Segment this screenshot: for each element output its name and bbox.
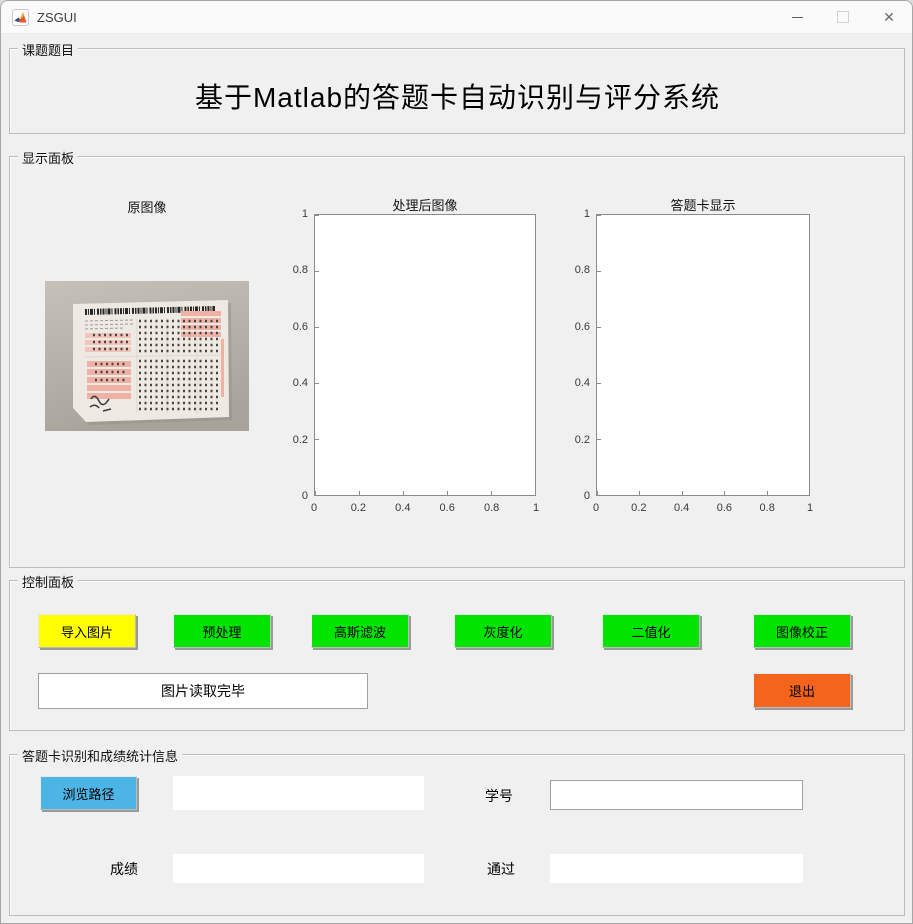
x-tick-labels: 00.20.40.60.81 [314,495,536,513]
preprocess-button[interactable]: 预处理 [173,614,271,648]
gaussian-filter-button[interactable]: 高斯滤波 [311,614,409,648]
maximize-icon [837,11,849,23]
maximize-button[interactable] [820,1,866,33]
score-label: 成绩 [110,859,138,879]
answer-card-axes-title: 答题卡显示 [557,195,849,214]
minimize-button[interactable] [774,1,820,33]
answer-card-axes: 答题卡显示 00.20.40.60.81 00.20.40.60.81 [596,214,810,496]
binarize-button[interactable]: 二值化 [602,614,700,648]
minimize-icon [792,17,803,18]
matlab-icon [12,9,29,26]
score-field [173,854,424,883]
close-icon: ✕ [883,9,895,26]
topic-panel-label: 课题题目 [18,40,78,59]
title-bar[interactable]: ZSGUI ✕ [1,1,912,34]
processed-axes-title: 处理后图像 [275,195,575,214]
display-panel-label: 显示面板 [18,148,78,167]
student-id-label: 学号 [485,786,513,806]
pass-label: 通过 [487,859,515,879]
exit-button[interactable]: 退出 [753,673,851,708]
original-image [45,281,249,431]
x-tick-labels: 00.20.40.60.81 [596,495,810,513]
page-title: 基于Matlab的答题卡自动识别与评分系统 [10,76,905,116]
import-image-button[interactable]: 导入图片 [38,614,136,648]
pass-field [550,854,803,883]
grayscale-button[interactable]: 灰度化 [454,614,552,648]
original-axes-title: 原图像 [45,197,249,216]
student-id-field[interactable] [550,780,803,810]
y-tick-labels: 00.20.40.60.81 [554,214,590,496]
axes-tick-marks [597,215,809,495]
results-panel-label: 答题卡识别和成绩统计信息 [18,746,182,765]
image-correction-button[interactable]: 图像校正 [753,614,851,648]
processed-axes: 处理后图像 00.20.40.60.81 00.20.40.60.81 [314,214,536,496]
path-field [173,776,424,810]
status-field[interactable]: 图片读取完毕 [38,673,368,709]
window-title: ZSGUI [37,10,77,25]
control-panel-label: 控制面板 [18,572,78,591]
zsgui-window: ZSGUI ✕ 课题题目 基于Matlab的答题卡自动识别与评分系统 显示面板 … [0,0,913,924]
axes-tick-marks [315,215,535,495]
y-tick-labels: 00.20.40.60.81 [272,214,308,496]
close-button[interactable]: ✕ [866,1,912,33]
browse-path-button[interactable]: 浏览路径 [40,776,137,810]
results-panel: 答题卡识别和成绩统计信息 [9,754,905,916]
